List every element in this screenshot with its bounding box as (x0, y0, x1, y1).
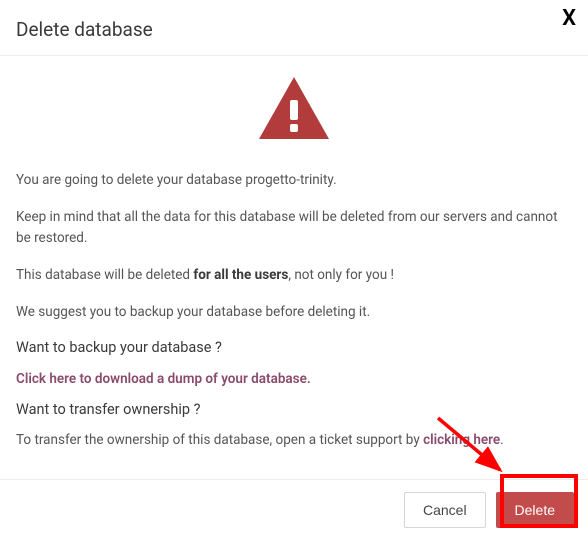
delete-button[interactable]: Delete (496, 492, 574, 528)
ticket-support-link[interactable]: clicking here (423, 432, 500, 448)
modal-header: Delete database X (0, 0, 588, 56)
modal-footer: Cancel Delete (0, 479, 588, 540)
transfer-text-post: . (500, 432, 504, 448)
backup-heading: Want to backup your database ? (16, 339, 572, 356)
confirm-text-pre: You are going to delete your database (16, 172, 245, 188)
backup-suggestion: We suggest you to backup your database b… (16, 302, 572, 323)
close-icon[interactable]: X (562, 8, 576, 30)
warning-icon (16, 74, 572, 148)
confirm-text-post: . (333, 172, 337, 188)
transfer-text-pre: To transfer the ownership of this databa… (16, 432, 423, 448)
warning-all-users-post: , not only for you ! (288, 267, 394, 283)
download-dump-link[interactable]: Click here to download a dump of your da… (16, 371, 311, 387)
warning-all-users: This database will be deleted for all th… (16, 265, 572, 286)
transfer-heading: Want to transfer ownership ? (16, 401, 572, 418)
warning-all-users-pre: This database will be deleted (16, 267, 193, 283)
warning-all-users-bold: for all the users (193, 267, 288, 283)
confirm-text: You are going to delete your database pr… (16, 170, 572, 191)
database-name: progetto-trinity (245, 172, 333, 188)
transfer-text: To transfer the ownership of this databa… (16, 430, 572, 451)
cancel-button[interactable]: Cancel (404, 492, 486, 528)
warning-data-loss: Keep in mind that all the data for this … (16, 207, 572, 249)
modal-title: Delete database (16, 18, 153, 41)
modal-body: You are going to delete your database pr… (0, 56, 588, 479)
